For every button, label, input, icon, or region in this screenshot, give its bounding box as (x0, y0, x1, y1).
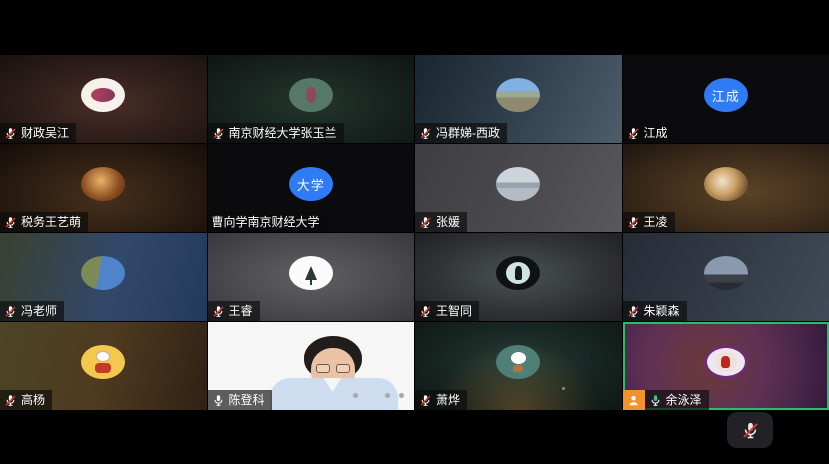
participant-name: 财政吴江 (21, 127, 69, 139)
host-badge-icon (623, 390, 645, 410)
participant-tile[interactable]: 朱颖森 (623, 233, 829, 321)
participant-tile[interactable]: 大学 曹向学南京财经大学 (208, 144, 415, 232)
participant-tile-active-speaker[interactable]: 余泳泽 (623, 322, 829, 410)
page-indicator-dots (353, 393, 404, 398)
participant-name: 朱颖森 (644, 305, 680, 317)
participant-label: 陈登科 (208, 390, 272, 410)
mic-toggle-button[interactable] (727, 412, 773, 448)
participant-name: 余泳泽 (666, 394, 702, 406)
participant-label: 王凌 (623, 212, 675, 232)
participant-name: 冯老师 (21, 305, 57, 317)
avatar-cartoon (91, 88, 115, 102)
moon-avatar (506, 262, 530, 284)
mic-muted-icon (212, 127, 225, 140)
meeting-window: 财政吴江 南京财经大学张玉兰 冯群娣-西政 江成 (0, 0, 829, 464)
participant-label: 王睿 (208, 301, 260, 321)
participant-name: 王凌 (644, 216, 668, 228)
participant-label: 朱颖森 (623, 301, 687, 321)
mic-muted-icon (4, 216, 17, 229)
avatar: 江成 (704, 78, 748, 112)
avatar (81, 78, 125, 112)
university-seal-avatar (704, 345, 748, 379)
participant-tile[interactable]: 江成 江成 (623, 55, 829, 143)
mic-muted-icon (419, 305, 432, 318)
mic-muted-icon (4, 394, 17, 407)
participant-tile[interactable]: 财政吴江 (0, 55, 207, 143)
mic-speaking-icon (649, 394, 662, 407)
mic-muted-icon (627, 305, 640, 318)
mic-muted-icon (627, 216, 640, 229)
mic-muted-icon (419, 216, 432, 229)
participant-label: 张媛 (415, 212, 467, 232)
participant-label: 曹向学南京财经大学 (208, 212, 327, 232)
participant-name: 王睿 (229, 305, 253, 317)
participant-name: 南京财经大学张玉兰 (229, 127, 337, 139)
participant-grid: 财政吴江 南京财经大学张玉兰 冯群娣-西政 江成 (0, 55, 829, 410)
mic-muted-icon (419, 394, 432, 407)
participant-name: 萧烨 (436, 394, 460, 406)
avatar (704, 167, 748, 201)
participant-label: 高杨 (0, 390, 52, 410)
avatar (81, 167, 125, 201)
participant-name: 江成 (644, 127, 668, 139)
participant-tile[interactable]: 高杨 (0, 322, 207, 410)
participant-tile[interactable]: 王凌 (623, 144, 829, 232)
mic-muted-icon (212, 305, 225, 318)
avatar (496, 256, 540, 290)
avatar-figure (306, 87, 316, 103)
participant-name: 王智同 (436, 305, 472, 317)
participant-label: 冯群娣-西政 (415, 123, 507, 143)
participant-label: 萧烨 (415, 390, 467, 410)
mic-muted-icon (627, 127, 640, 140)
avatar-initials: 大学 (297, 175, 325, 194)
mic-muted-icon (419, 127, 432, 140)
participant-name: 曹向学南京财经大学 (212, 216, 320, 228)
participant-label: 冯老师 (0, 301, 64, 321)
participant-name: 冯群娣-西政 (436, 127, 500, 139)
cat-avatar (511, 352, 526, 364)
avatar (289, 78, 333, 112)
avatar: 大学 (289, 167, 333, 201)
tree-icon (305, 266, 317, 280)
participant-tile[interactable]: 王睿 (208, 233, 415, 321)
rabbit-avatar (96, 351, 110, 362)
participant-name: 张媛 (436, 216, 460, 228)
participant-name: 税务王艺萌 (21, 216, 81, 228)
mic-muted-icon (741, 421, 760, 440)
participant-label: 余泳泽 (623, 390, 709, 410)
avatar (81, 345, 125, 379)
avatar (496, 345, 540, 379)
participant-label: 财政吴江 (0, 123, 76, 143)
participant-tile[interactable]: 税务王艺萌 (0, 144, 207, 232)
participant-tile[interactable]: 冯老师 (0, 233, 207, 321)
avatar-initials: 江成 (712, 86, 740, 105)
mic-on-icon (212, 394, 225, 407)
cursor-dot (562, 387, 565, 390)
avatar (704, 256, 748, 290)
participant-tile[interactable]: 张媛 (415, 144, 622, 232)
silhouette (515, 266, 522, 280)
participant-tile[interactable]: 王智同 (415, 233, 622, 321)
avatar (289, 256, 333, 290)
mic-muted-icon (4, 305, 17, 318)
participant-label: 税务王艺萌 (0, 212, 88, 232)
glasses (316, 364, 350, 373)
avatar (81, 256, 125, 290)
participant-tile[interactable]: 冯群娣-西政 (415, 55, 622, 143)
participant-tile-video[interactable]: 陈登科 (208, 322, 415, 410)
avatar (496, 167, 540, 201)
participant-name: 高杨 (21, 394, 45, 406)
participant-label: 王智同 (415, 301, 479, 321)
avatar (496, 78, 540, 112)
participant-tile[interactable]: 萧烨 (415, 322, 622, 410)
participant-label: 江成 (623, 123, 675, 143)
participant-tile[interactable]: 南京财经大学张玉兰 (208, 55, 415, 143)
participant-label: 南京财经大学张玉兰 (208, 123, 344, 143)
participant-name: 陈登科 (229, 394, 265, 406)
mic-muted-icon (4, 127, 17, 140)
